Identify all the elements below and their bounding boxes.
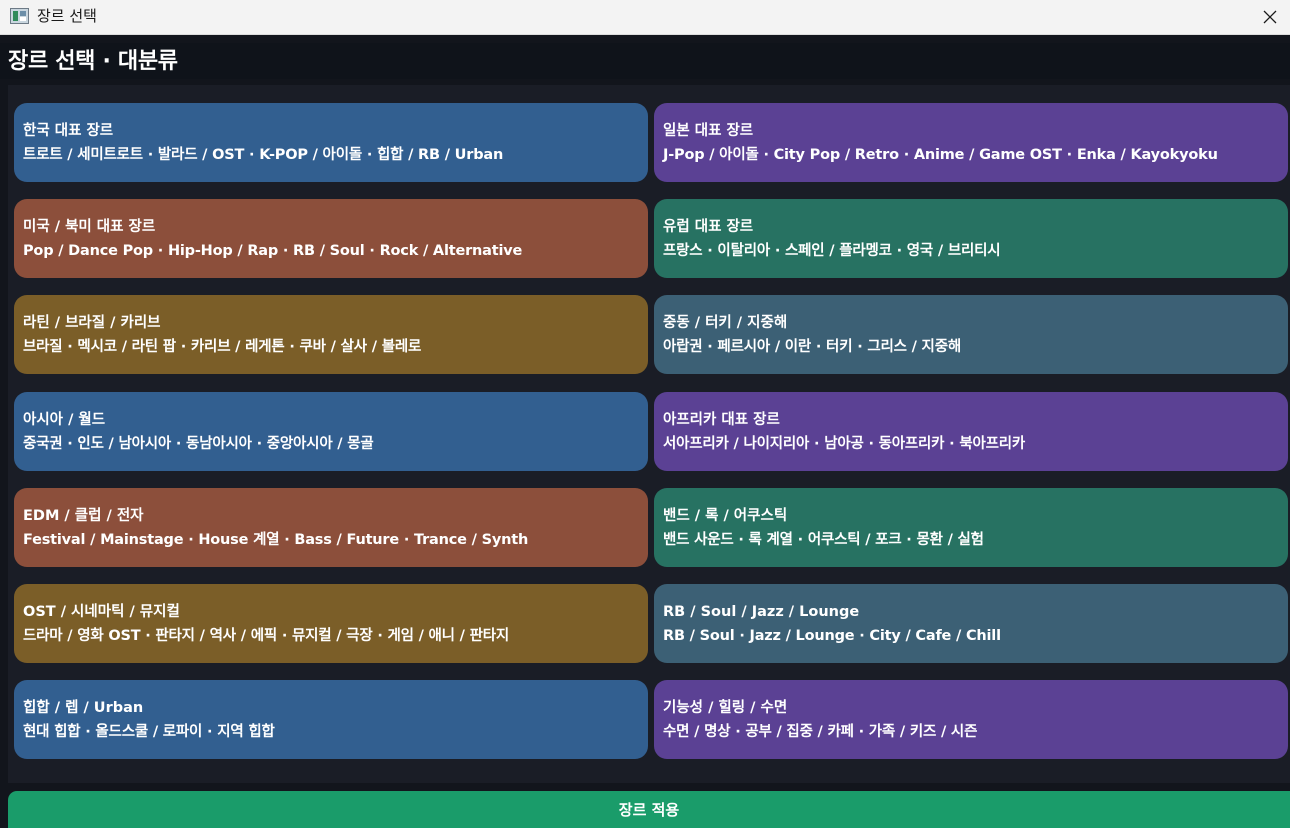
genre-card-subtitle: 브라질 · 멕시코 / 라틴 팝 · 카리브 / 레게톤 · 쿠바 / 살사 /…: [23, 339, 422, 356]
genre-card-subtitle: Festival / Mainstage · House 계열 · Bass /…: [23, 531, 529, 548]
genre-card-subtitle: 수면 / 명상 · 공부 / 집중 / 카페 · 가족 / 키즈 / 시즌: [663, 724, 978, 741]
genre-card-subtitle: 프랑스 · 이탈리아 · 스페인 / 플라멩코 · 영국 / 브리티시: [663, 243, 1001, 260]
genre-card[interactable]: 기능성 / 힐링 / 수면수면 / 명상 · 공부 / 집중 / 카페 · 가족…: [654, 680, 1288, 760]
genre-card-subtitle: RB / Soul · Jazz / Lounge · City / Cafe …: [663, 628, 1001, 644]
close-button[interactable]: [1250, 0, 1290, 34]
app-icon: [10, 8, 29, 24]
window-title: 장르 선택: [37, 7, 97, 25]
genre-card-title: 유럽 대표 장르: [663, 219, 754, 236]
genre-card-title: 아시아 / 월드: [23, 411, 106, 428]
genre-card-title: EDM / 클럽 / 전자: [23, 507, 144, 524]
genre-card[interactable]: 아프리카 대표 장르서아프리카 / 나이지리아 · 남아공 · 동아프리카 · …: [654, 391, 1288, 471]
window-titlebar: 장르 선택: [0, 0, 1290, 35]
genre-card-subtitle: 밴드 사운드 · 록 계열 · 어쿠스틱 / 포크 · 몽환 / 실험: [663, 531, 984, 548]
close-icon: [1263, 10, 1277, 24]
page-header: 장르 선택 · 대분류: [0, 43, 1290, 79]
genre-card-title: 한국 대표 장르: [23, 123, 114, 139]
genre-card[interactable]: 유럽 대표 장르프랑스 · 이탈리아 · 스페인 / 플라멩코 · 영국 / 브…: [654, 199, 1288, 279]
genre-card[interactable]: 밴드 / 록 / 어쿠스틱밴드 사운드 · 록 계열 · 어쿠스틱 / 포크 ·…: [654, 487, 1288, 567]
genre-card-grid: 한국 대표 장르트로트 / 세미트로트 · 발라드 / OST · K-POP …: [8, 85, 1290, 783]
genre-card-title: 밴드 / 록 / 어쿠스틱: [663, 507, 788, 524]
genre-card-title: 미국 / 북미 대표 장르: [23, 219, 156, 236]
genre-card-subtitle: J-Pop / 아이돌 · City Pop / Retro · Anime /…: [663, 147, 1218, 163]
genre-card-title: 기능성 / 힐링 / 수면: [663, 700, 788, 717]
genre-card[interactable]: EDM / 클럽 / 전자 Festival / Mainstage · Hous…: [14, 487, 648, 567]
genre-card-title: 아프리카 대표 장르: [663, 411, 780, 428]
genre-card-title: 일본 대표 장르: [663, 123, 754, 139]
genre-card[interactable]: 라틴 / 브라질 / 카리브브라질 · 멕시코 / 라틴 팝 · 카리브 / 레…: [14, 295, 648, 375]
genre-card[interactable]: 중동 / 터키 / 지중해아랍권 · 페르시아 / 이란 · 터키 · 그리스 …: [654, 295, 1288, 375]
genre-card[interactable]: 한국 대표 장르트로트 / 세미트로트 · 발라드 / OST · K-POP …: [14, 103, 648, 182]
genre-card[interactable]: RB / Soul / Jazz / Lounge RB / Soul · Jaz…: [654, 584, 1288, 663]
genre-card[interactable]: 미국 / 북미 대표 장르 Pop / Dance Pop · Hip-Hop /…: [14, 199, 648, 279]
genre-card[interactable]: 일본 대표 장르 J-Pop / 아이돌 · City Pop / Retro ·…: [654, 103, 1288, 182]
page-title: 장르 선택 · 대분류: [8, 49, 178, 74]
genre-card[interactable]: 힙합 / 렙 / Urban 현대 힙합 · 올드스쿨 / 로파이 · 지역 힙합: [14, 680, 648, 760]
genre-card-subtitle: 중국권 · 인도 / 남아시아 · 동남아시아 · 중앙아시아 / 몽골: [23, 435, 374, 452]
genre-card-subtitle: Pop / Dance Pop · Hip-Hop / Rap · RB / S…: [23, 243, 523, 260]
genre-card[interactable]: 아시아 / 월드중국권 · 인도 / 남아시아 · 동남아시아 · 중앙아시아 …: [14, 391, 648, 471]
genre-card-title: 힙합 / 렙 / Urban: [23, 700, 144, 717]
genre-card-subtitle: 트로트 / 세미트로트 · 발라드 / OST · K-POP / 아이돌 · …: [23, 147, 504, 163]
genre-card-title: 라틴 / 브라질 / 카리브: [23, 315, 161, 332]
genre-card-title: RB / Soul / Jazz / Lounge: [663, 604, 860, 620]
genre-card-title: 중동 / 터키 / 지중해: [663, 315, 788, 332]
genre-card-subtitle: 서아프리카 / 나이지리아 · 남아공 · 동아프리카 · 북아프리카: [663, 435, 1026, 452]
genre-card-title: OST / 시네마틱 / 뮤지컬: [23, 604, 180, 620]
apply-genre-button[interactable]: 장르 적용: [8, 791, 1290, 828]
genre-card[interactable]: OST / 시네마틱 / 뮤지컬드라마 / 영화 OST · 판타지 / 역사 …: [14, 584, 648, 663]
genre-card-subtitle: 현대 힙합 · 올드스쿨 / 로파이 · 지역 힙합: [23, 724, 275, 741]
genre-card-subtitle: 드라마 / 영화 OST · 판타지 / 역사 / 에픽 · 뮤지컬 / 극장 …: [23, 628, 510, 644]
genre-card-subtitle: 아랍권 · 페르시아 / 이란 · 터키 · 그리스 / 지중해: [663, 339, 961, 356]
